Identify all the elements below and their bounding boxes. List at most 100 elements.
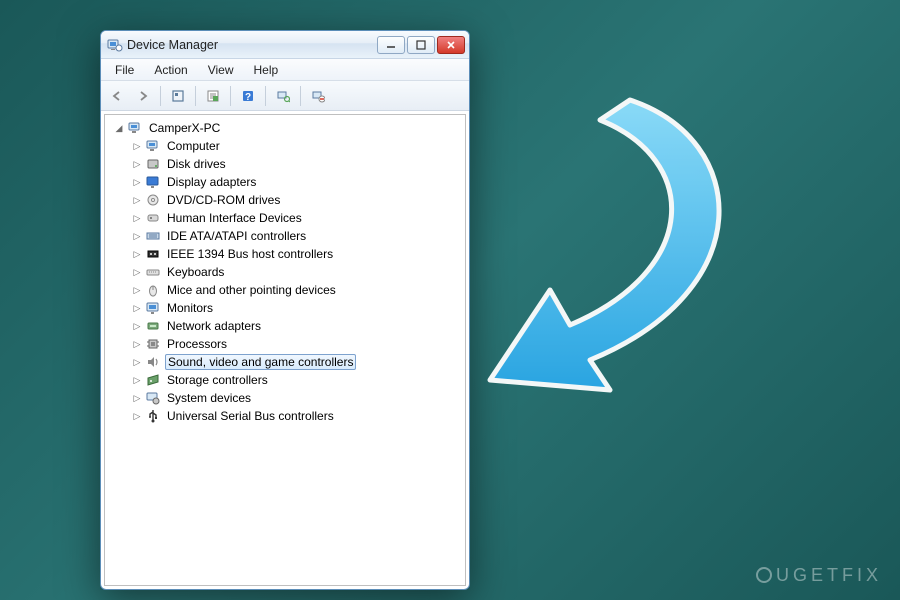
expand-icon[interactable]: ▷: [131, 158, 143, 170]
computer-icon: [145, 138, 161, 154]
expand-icon[interactable]: ▷: [131, 194, 143, 206]
expand-icon[interactable]: ▷: [131, 212, 143, 224]
tree-item[interactable]: ▷ Disk drives: [129, 155, 463, 173]
tree-item[interactable]: ▷ Keyboards: [129, 263, 463, 281]
tree-item-label: Disk drives: [165, 157, 228, 171]
sound-icon: [145, 354, 161, 370]
tree-item[interactable]: ▷ System devices: [129, 389, 463, 407]
ieee-icon: [145, 246, 161, 262]
toolbar: ?: [101, 81, 469, 111]
expand-icon[interactable]: ▷: [131, 176, 143, 188]
forward-button[interactable]: [131, 85, 155, 107]
dvd-icon: [145, 192, 161, 208]
hid-icon: [145, 210, 161, 226]
tree-item-label: Monitors: [165, 301, 215, 315]
tree-item-label: Sound, video and game controllers: [165, 354, 356, 370]
keyboard-icon: [145, 264, 161, 280]
maximize-button[interactable]: [407, 36, 435, 54]
tree-item[interactable]: ▷ Mice and other pointing devices: [129, 281, 463, 299]
tree-item-label: Processors: [165, 337, 229, 351]
device-manager-window: Device Manager File Action View Help ? ◢: [100, 30, 470, 590]
computer-root-icon: [127, 120, 143, 136]
toolbar-separator: [195, 86, 196, 106]
mouse-icon: [145, 282, 161, 298]
toolbar-separator: [300, 86, 301, 106]
menu-help[interactable]: Help: [244, 61, 289, 79]
tree-item-label: Display adapters: [165, 175, 258, 189]
ide-icon: [145, 228, 161, 244]
network-icon: [145, 318, 161, 334]
root-label: CamperX-PC: [147, 121, 222, 135]
window-controls: [377, 36, 465, 54]
tree-item-label: Network adapters: [165, 319, 263, 333]
tree-item[interactable]: ▷ Sound, video and game controllers: [129, 353, 463, 371]
tree-root-node[interactable]: ◢ CamperX-PC: [111, 119, 463, 137]
expand-icon[interactable]: ▷: [131, 230, 143, 242]
close-button[interactable]: [437, 36, 465, 54]
menubar: File Action View Help: [101, 59, 469, 81]
crosshair-icon: [756, 567, 772, 583]
svg-text:?: ?: [245, 92, 251, 103]
properties-button[interactable]: [201, 85, 225, 107]
collapse-icon[interactable]: ◢: [113, 122, 125, 134]
tree-item-label: DVD/CD-ROM drives: [165, 193, 282, 207]
titlebar[interactable]: Device Manager: [101, 31, 469, 59]
tree-item[interactable]: ▷ Monitors: [129, 299, 463, 317]
help-button[interactable]: ?: [236, 85, 260, 107]
tree-item-label: Mice and other pointing devices: [165, 283, 338, 297]
expand-icon[interactable]: ▷: [131, 320, 143, 332]
show-hidden-button[interactable]: [166, 85, 190, 107]
tree-item[interactable]: ▷ Network adapters: [129, 317, 463, 335]
tree-item-label: Computer: [165, 139, 222, 153]
expand-icon[interactable]: ▷: [131, 356, 143, 368]
monitor-icon: [145, 300, 161, 316]
watermark: UGETFIX: [756, 565, 882, 586]
expand-icon[interactable]: ▷: [131, 338, 143, 350]
tree-item-label: Storage controllers: [165, 373, 270, 387]
tree-item[interactable]: ▷ Human Interface Devices: [129, 209, 463, 227]
expand-icon[interactable]: ▷: [131, 302, 143, 314]
tree-item[interactable]: ▷ Display adapters: [129, 173, 463, 191]
tree-item[interactable]: ▷ IEEE 1394 Bus host controllers: [129, 245, 463, 263]
tree-item[interactable]: ▷ DVD/CD-ROM drives: [129, 191, 463, 209]
tree-item[interactable]: ▷ Processors: [129, 335, 463, 353]
storage-icon: [145, 372, 161, 388]
display-icon: [145, 174, 161, 190]
tree-item-label: System devices: [165, 391, 253, 405]
tree-item-label: Human Interface Devices: [165, 211, 304, 225]
menu-action[interactable]: Action: [144, 61, 197, 79]
window-title: Device Manager: [127, 38, 377, 52]
disk-icon: [145, 156, 161, 172]
expand-icon[interactable]: ▷: [131, 374, 143, 386]
tree-item-label: Universal Serial Bus controllers: [165, 409, 336, 423]
toolbar-separator: [160, 86, 161, 106]
tree-item[interactable]: ▷ Storage controllers: [129, 371, 463, 389]
cpu-icon: [145, 336, 161, 352]
minimize-button[interactable]: [377, 36, 405, 54]
watermark-text: UGETFIX: [776, 565, 882, 585]
tree-item[interactable]: ▷ IDE ATA/ATAPI controllers: [129, 227, 463, 245]
toolbar-separator: [230, 86, 231, 106]
menu-view[interactable]: View: [198, 61, 244, 79]
expand-icon[interactable]: ▷: [131, 248, 143, 260]
tree-item[interactable]: ▷ Computer: [129, 137, 463, 155]
back-button[interactable]: [105, 85, 129, 107]
tree-item-label: Keyboards: [165, 265, 226, 279]
tree-item[interactable]: ▷ Universal Serial Bus controllers: [129, 407, 463, 425]
expand-icon[interactable]: ▷: [131, 140, 143, 152]
highlight-arrow-icon: [420, 80, 780, 440]
menu-file[interactable]: File: [105, 61, 144, 79]
expand-icon[interactable]: ▷: [131, 284, 143, 296]
tree-item-label: IEEE 1394 Bus host controllers: [165, 247, 335, 261]
usb-icon: [145, 408, 161, 424]
expand-icon[interactable]: ▷: [131, 266, 143, 278]
expand-icon[interactable]: ▷: [131, 392, 143, 404]
toolbar-separator: [265, 86, 266, 106]
expand-icon[interactable]: ▷: [131, 410, 143, 422]
app-icon: [107, 37, 123, 53]
system-icon: [145, 390, 161, 406]
uninstall-button[interactable]: [306, 85, 330, 107]
scan-button[interactable]: [271, 85, 295, 107]
device-tree[interactable]: ◢ CamperX-PC ▷ Computer ▷ Disk drives ▷ Displ…: [104, 114, 466, 586]
tree-item-label: IDE ATA/ATAPI controllers: [165, 229, 308, 243]
